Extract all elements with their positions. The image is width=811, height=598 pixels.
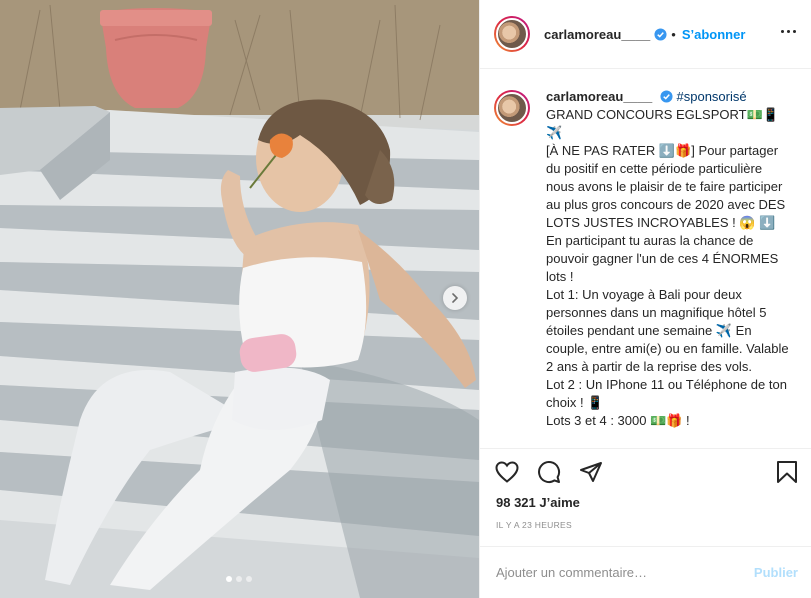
avatar-image <box>496 92 528 124</box>
post-header: carlamoreau____ • S’abonner <box>480 0 811 69</box>
likes-word: J’aime <box>539 495 580 510</box>
carousel-dot <box>246 576 252 582</box>
carousel-dot <box>236 576 242 582</box>
caption-username[interactable]: carlamoreau____ <box>546 89 652 104</box>
next-slide-button[interactable] <box>443 286 467 310</box>
caption-line: GRAND CONCOURS EGLSPORT💵📱 <box>546 107 779 122</box>
chevron-right-icon <box>452 293 459 303</box>
caption-avatar[interactable] <box>494 90 530 126</box>
avatar[interactable] <box>494 16 530 52</box>
follow-button[interactable]: S’abonner <box>682 27 746 42</box>
comment-button[interactable] <box>536 459 562 485</box>
verified-badge-icon <box>654 27 667 41</box>
like-button[interactable] <box>494 459 520 485</box>
photo-scene <box>0 0 479 598</box>
likes-count[interactable]: 98 321 J’aime <box>496 495 580 510</box>
post-actions: 98 321 J’aime IL Y A 23 HEURES <box>480 448 811 546</box>
verified-badge-icon <box>660 90 673 103</box>
bookmark-icon <box>777 461 797 483</box>
caption-line: Lot 2 : Un IPhone 11 ou Téléphone de ton… <box>546 377 787 410</box>
heart-icon <box>495 461 519 483</box>
avatar-image <box>496 18 528 50</box>
carousel-indicator <box>226 576 252 582</box>
add-comment-section: Publier <box>480 546 811 598</box>
publish-button[interactable]: Publier <box>754 565 798 580</box>
post-side-panel: carlamoreau____ • S’abonner carlamoreau_… <box>479 0 811 598</box>
likes-number: 98 321 <box>496 495 536 510</box>
more-options-icon[interactable] <box>781 30 796 33</box>
comment-input[interactable] <box>496 565 746 580</box>
save-button[interactable] <box>774 459 800 485</box>
carousel-dot <box>226 576 232 582</box>
username-link[interactable]: carlamoreau____ <box>544 27 650 42</box>
separator-dot: • <box>671 26 676 42</box>
comment-icon <box>538 461 561 483</box>
hashtag-link[interactable]: #sponsorisé <box>677 89 747 104</box>
share-button[interactable] <box>578 459 604 485</box>
share-icon <box>580 462 602 482</box>
caption-line: [À NE PAS RATER ⬇️🎁] Pour partager du po… <box>546 143 786 284</box>
post-timestamp[interactable]: IL Y A 23 HEURES <box>496 520 572 530</box>
post-photo[interactable] <box>0 0 479 598</box>
caption-line: Lots 3 et 4 : 3000 💵🎁 ! <box>546 413 690 428</box>
caption-text: carlamoreau____ #sponsorisé GRAND CONCOU… <box>546 88 792 445</box>
caption-line: ✈️ <box>546 125 563 140</box>
caption-line: Lot 1: Un voyage à Bali pour deux person… <box>546 287 789 374</box>
post-caption: carlamoreau____ #sponsorisé GRAND CONCOU… <box>494 88 806 445</box>
